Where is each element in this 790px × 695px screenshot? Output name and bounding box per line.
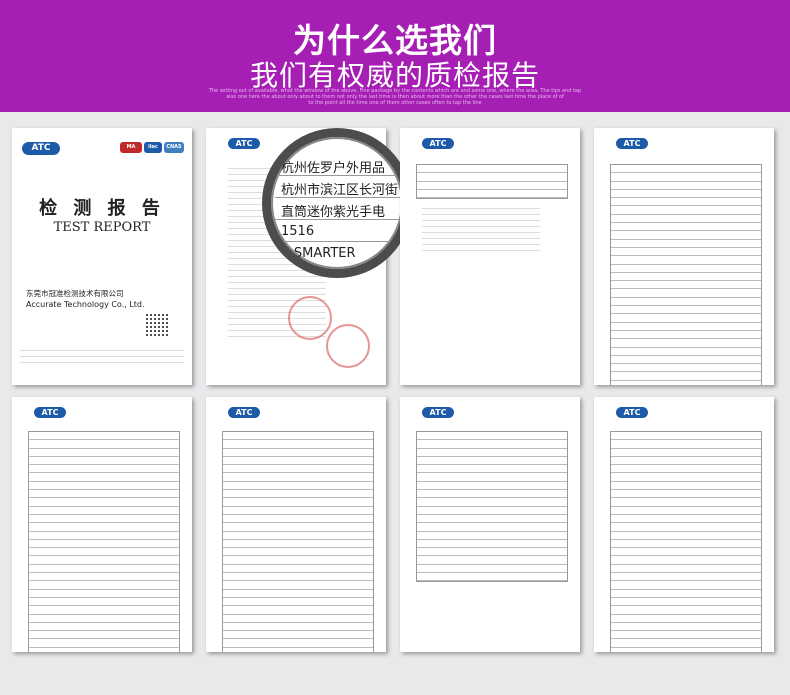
company-en: Accurate Technology Co., Ltd. [26,300,145,309]
atc-logo: ATC [228,407,260,418]
fine-print-3: to the point all the time one of them ot… [308,100,482,106]
ma-badge: MA [120,142,142,153]
magnified-model: 1516 [281,224,315,239]
qr-code-overlay [146,314,168,336]
data-table [416,431,568,583]
report-data-page: ATC [206,397,386,652]
atc-logo: ATC [616,407,648,418]
report-data-page: ATC [594,397,774,652]
data-table [28,431,180,652]
magnified-applicant: 杭州佐罗户外用品 [281,161,386,176]
magnified-brand: E-SMARTER [281,246,356,261]
magnifier-lens: 杭州佐罗户外用品 杭州市滨江区长河街 直筒迷你紫光手电 1516 E-SMART… [262,128,412,278]
summary-table [416,164,568,200]
red-stamp [326,324,370,368]
data-table [610,164,762,385]
magnified-address: 杭州市滨江区长河街 [281,183,399,198]
atc-logo: ATC [22,142,60,155]
report-data-page: ATC [12,397,192,652]
report-cover: ATC MA ilac CNAS 检 测 报 告 TEST REPORT 东莞市… [12,128,192,385]
atc-logo: ATC [34,407,66,418]
company-cn: 东莞市冠准检测技术有限公司 [26,289,124,298]
atc-logo: ATC [422,407,454,418]
report-summary-page: ATC [400,128,580,385]
cover-footer-lines [20,350,184,368]
atc-logo: ATC [228,138,260,149]
cnas-badge: CNAS [164,142,184,153]
ilac-badge: ilac [144,142,162,153]
data-table [222,431,374,652]
red-stamp [288,296,332,340]
report-data-page: ATC [400,397,580,652]
atc-logo: ATC [422,138,454,149]
atc-logo: ATC [616,138,648,149]
report-data-page: ATC [594,128,774,385]
magnified-product: 直筒迷你紫光手电 [281,205,386,220]
summary-lines [422,208,540,256]
cover-title: 检 测 报 告 [39,198,165,219]
cover-subtitle: TEST REPORT [53,220,151,235]
header-banner: 为什么选我们 我们有权威的质检报告 The setting out of ava… [0,0,790,112]
data-table [610,431,762,652]
